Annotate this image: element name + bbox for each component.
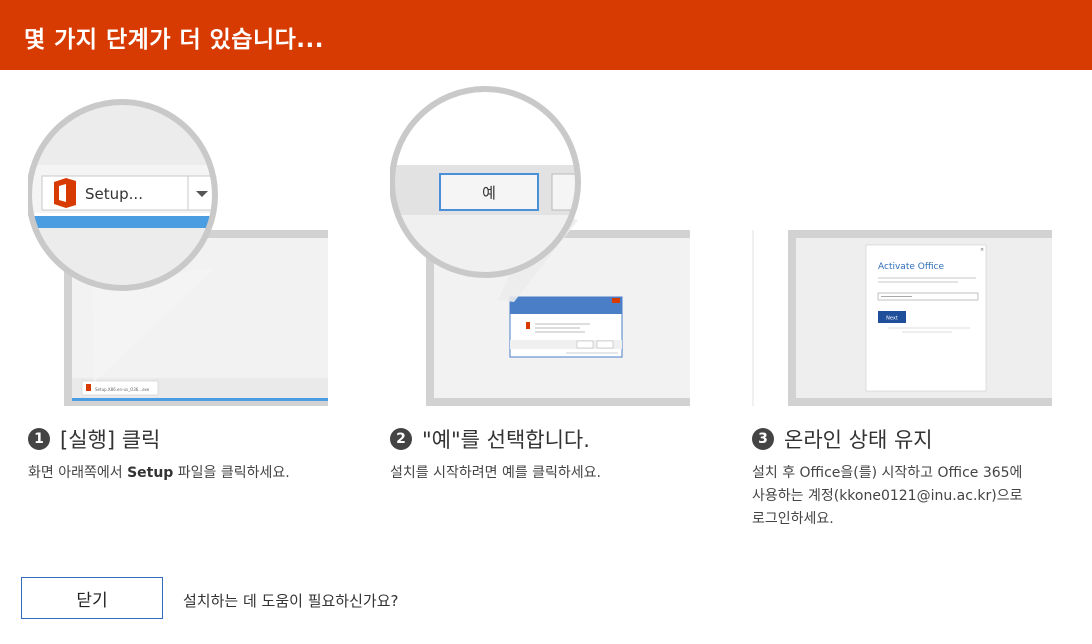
- step-2-description: 설치를 시작하려면 예를 클릭하세요.: [390, 465, 601, 481]
- step-1: Setup.X86.en-us_O36...exe Setup... 1 [실행…: [28, 70, 328, 540]
- activate-office-title: Activate Office: [878, 262, 944, 272]
- step-2-illustration: 예: [390, 70, 690, 410]
- step-1-title: [실행] 클릭: [60, 428, 161, 452]
- setup-label: Setup...: [85, 185, 143, 203]
- step-2-number: 2: [390, 428, 412, 450]
- step-1-heading: 1 [실행] 클릭: [28, 424, 160, 454]
- step-3-heading: 3 온라인 상태 유지: [752, 424, 933, 454]
- help-link[interactable]: 설치하는 데 도움이 필요하신가요?: [183, 590, 398, 611]
- step-3-number: 3: [752, 428, 774, 450]
- header-bar: 몇 가지 단계가 더 있습니다...: [0, 0, 1092, 70]
- download-chip-text: Setup.X86.en-us_O36...exe: [95, 387, 150, 392]
- step-1-description: 화면 아래쪽에서 Setup 파일을 클릭하세요.: [28, 462, 298, 485]
- step-3-description: 설치 후 Office을(를) 시작하고 Office 365에 사용하는 계정…: [752, 465, 1023, 527]
- step-1-illustration: Setup.X86.en-us_O36...exe Setup...: [28, 70, 328, 410]
- step-2-title: "예"를 선택합니다.: [422, 428, 590, 452]
- step-2: 예 2 "예"를 선택합니다. 설치를 시작하려면 예를 클릭하세요.: [390, 70, 690, 540]
- close-button[interactable]: 닫기: [21, 577, 163, 619]
- step-1-desc-prefix: 화면 아래쪽에서: [28, 465, 128, 481]
- step-3-illustration: × Activate Office Next: [752, 70, 1052, 410]
- step-1-desc-bold: Setup: [127, 465, 174, 481]
- step-2-heading: 2 "예"를 선택합니다.: [390, 424, 590, 454]
- step-3: × Activate Office Next 3 온라인 상태 유지 설치 후 …: [752, 70, 1052, 540]
- yes-button-magnified: 예: [482, 184, 496, 202]
- page-title: 몇 가지 단계가 더 있습니다...: [24, 27, 325, 53]
- step-3-title: 온라인 상태 유지: [784, 428, 933, 452]
- next-button-illustration: Next: [886, 316, 898, 322]
- svg-text:×: ×: [980, 247, 984, 253]
- step-1-number: 1: [28, 428, 50, 450]
- step-1-desc-suffix: 파일을 클릭하세요.: [173, 465, 290, 481]
